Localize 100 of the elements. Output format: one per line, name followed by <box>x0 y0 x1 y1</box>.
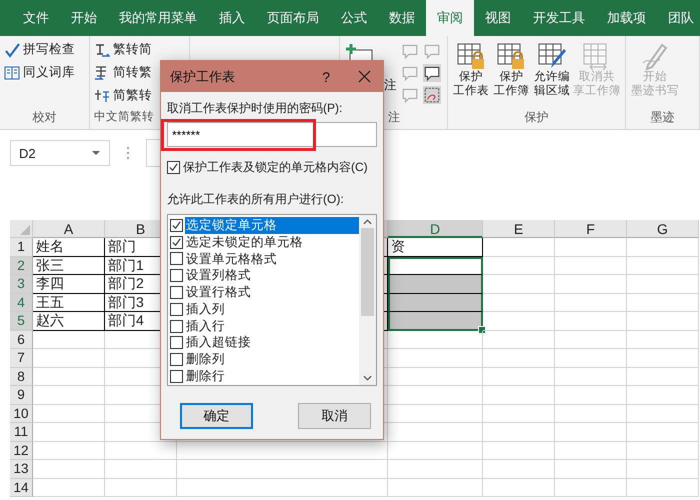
table-cell <box>555 275 627 294</box>
checkbox[interactable] <box>167 161 180 174</box>
ok-button[interactable]: 确定 <box>180 403 253 429</box>
row-header[interactable]: 8 <box>10 368 33 386</box>
table-cell <box>555 238 627 256</box>
checkbox[interactable] <box>170 370 183 384</box>
ribbon-tab[interactable]: 插入 <box>208 0 256 36</box>
table-cell <box>483 404 555 423</box>
table-cell <box>627 460 699 478</box>
table-pencil-icon <box>536 41 567 71</box>
dropdown-caret-icon[interactable] <box>91 150 101 156</box>
scrollbar[interactable] <box>359 215 376 385</box>
column-header[interactable]: A <box>33 220 105 238</box>
table-cell <box>555 442 627 460</box>
ribbon-tab[interactable]: 审阅 <box>426 0 474 36</box>
table-cell <box>555 423 627 442</box>
ribbon-button[interactable]: 拼写检查 <box>4 39 85 60</box>
ribbon-tab[interactable]: 开发工具 <box>522 0 596 36</box>
row-header[interactable]: 9 <box>10 386 33 404</box>
table-cell: 王五 <box>33 294 105 312</box>
help-button[interactable]: ? <box>322 68 330 84</box>
list-item[interactable]: 选定未锁定的单元格 <box>185 234 359 251</box>
ribbon-tab[interactable]: 公式 <box>330 0 378 36</box>
scroll-down-icon[interactable] <box>363 375 372 381</box>
character-swap-icon <box>94 88 110 104</box>
checkbox[interactable] <box>170 302 183 316</box>
checkbox[interactable] <box>170 218 183 232</box>
ribbon-button[interactable]: 保护 工作簿 <box>492 39 531 109</box>
checkbox[interactable] <box>170 286 183 300</box>
drag-handle-icon[interactable] <box>126 146 130 160</box>
ribbon-tab[interactable]: 加载项 <box>596 0 657 36</box>
row-header[interactable]: 14 <box>10 478 33 497</box>
list-item[interactable]: 设置列格式 <box>185 267 359 284</box>
checkbox[interactable] <box>170 252 183 266</box>
table-cell: 赵六 <box>33 312 105 330</box>
checkbox[interactable] <box>170 353 183 366</box>
checkbox[interactable] <box>170 336 183 350</box>
row-header[interactable]: 3 <box>10 275 33 294</box>
pen-icon <box>640 41 670 71</box>
checkbox[interactable] <box>170 236 183 249</box>
list-item[interactable]: 选定锁定单元格 <box>185 216 359 234</box>
column-header[interactable]: F <box>555 220 627 238</box>
row-header[interactable]: 10 <box>10 404 33 423</box>
row-header[interactable]: 13 <box>10 460 33 478</box>
table-cell <box>627 294 699 312</box>
column-header[interactable]: E <box>483 220 555 238</box>
list-item[interactable]: 删除行 <box>185 368 359 386</box>
list-item[interactable]: 插入超链接 <box>185 334 359 352</box>
table-cell <box>555 256 627 275</box>
column-header[interactable]: D <box>388 220 483 238</box>
ribbon-tab[interactable]: 文件 <box>12 0 60 36</box>
list-item[interactable]: 插入列 <box>185 300 359 318</box>
table-cell <box>555 460 627 478</box>
table-cell <box>555 386 627 404</box>
column-header[interactable]: G <box>627 220 699 238</box>
ribbon-button[interactable]: 同义词库 <box>4 62 85 83</box>
ribbon-tab[interactable]: 开始 <box>60 0 108 36</box>
ribbon-tab[interactable]: 视图 <box>474 0 522 36</box>
list-item[interactable]: 设置行格式 <box>185 284 359 302</box>
ribbon-button[interactable]: 保护 工作表 <box>452 39 490 109</box>
ribbon-tab[interactable]: 数据 <box>378 0 426 36</box>
row-header[interactable]: 2 <box>10 256 33 275</box>
scrollbar-thumb[interactable] <box>361 228 374 316</box>
table-cell <box>555 349 627 368</box>
comment-icon[interactable] <box>423 64 441 82</box>
name-box[interactable]: D2 <box>10 140 110 166</box>
list-item[interactable]: 设置单元格格式 <box>185 250 359 268</box>
row-header[interactable]: 1 <box>10 238 33 256</box>
table-cell <box>627 386 699 404</box>
table-cell <box>483 312 555 330</box>
row-header[interactable]: 5 <box>10 312 33 330</box>
checkbox[interactable] <box>170 269 183 282</box>
password-field[interactable]: ****** <box>167 122 377 147</box>
table-cell <box>627 256 699 275</box>
table-lock-icon <box>496 41 526 71</box>
row-header[interactable]: 12 <box>10 442 33 460</box>
row-header[interactable]: 4 <box>10 294 33 312</box>
ink-comment-icon[interactable] <box>423 86 441 104</box>
close-icon[interactable] <box>358 70 371 83</box>
ribbon-button[interactable]: 允许编 辑区域 <box>532 39 571 109</box>
ribbon-tab[interactable]: 我的常用菜单 <box>108 0 208 36</box>
ribbon-tab[interactable]: 页面布局 <box>256 0 330 36</box>
group-label: 校对 <box>32 109 56 126</box>
cancel-button[interactable]: 取消 <box>298 403 371 429</box>
scroll-up-icon[interactable] <box>363 219 372 225</box>
ribbon-button[interactable]: 繁转简 <box>94 39 185 60</box>
table-cell <box>483 460 555 478</box>
checkbox[interactable] <box>170 320 183 333</box>
table-cell <box>483 386 555 404</box>
list-item[interactable]: 删除列 <box>185 351 359 368</box>
list-item[interactable]: 插入行 <box>185 318 359 335</box>
table-cell <box>627 368 699 386</box>
table-cell <box>105 442 177 460</box>
checkmark-icon <box>4 42 20 58</box>
fill-handle[interactable] <box>478 326 486 334</box>
row-header[interactable]: 6 <box>10 330 33 349</box>
ribbon-tab[interactable]: 团队 <box>657 0 700 36</box>
row-header[interactable]: 7 <box>10 349 33 368</box>
row-header[interactable]: 11 <box>10 423 33 442</box>
table-cell <box>627 349 699 368</box>
